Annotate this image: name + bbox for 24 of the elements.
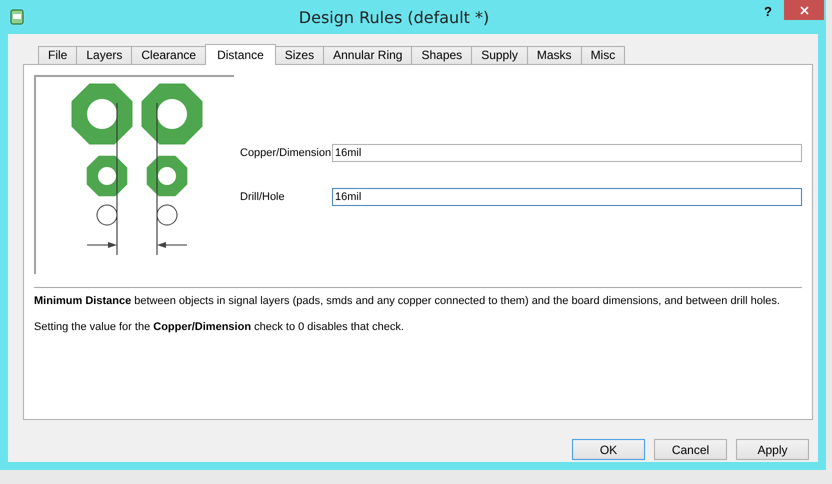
description-text: Minimum Distance between objects in signal layers (pads, smds and any copper connected to them) and the board dimensions, and between drill holes.: [34, 294, 781, 308]
dialog-button[interactable]: Apply: [736, 439, 809, 460]
tab[interactable]: Distance: [205, 44, 276, 65]
dialog-button[interactable]: OK: [572, 439, 645, 460]
close-icon: [800, 6, 808, 14]
tab[interactable]: Clearance: [131, 46, 206, 64]
help-button[interactable]: ?: [764, 4, 772, 19]
tab[interactable]: Annular Ring: [323, 46, 412, 64]
description-text: Setting the value for the Copper/Dimension check to 0 disables that check.: [34, 320, 405, 334]
field-label: Copper/Dimension: [240, 147, 332, 159]
dialog-button[interactable]: Cancel: [654, 439, 727, 460]
tab[interactable]: Sizes: [274, 46, 324, 64]
tab[interactable]: Misc: [580, 46, 626, 64]
input-field[interactable]: 16mil: [332, 144, 802, 162]
field-label: Drill/Hole: [240, 191, 286, 203]
tab[interactable]: Layers: [76, 46, 132, 64]
window-title: Design Rules (default *): [298, 8, 490, 26]
app-icon: [10, 9, 24, 25]
tab[interactable]: Masks: [526, 46, 582, 64]
close-button[interactable]: [784, 0, 824, 20]
tab[interactable]: Supply: [471, 46, 528, 64]
input-field[interactable]: 16mil: [332, 188, 802, 206]
tab[interactable]: File: [38, 46, 78, 64]
tab[interactable]: Shapes: [411, 46, 472, 64]
